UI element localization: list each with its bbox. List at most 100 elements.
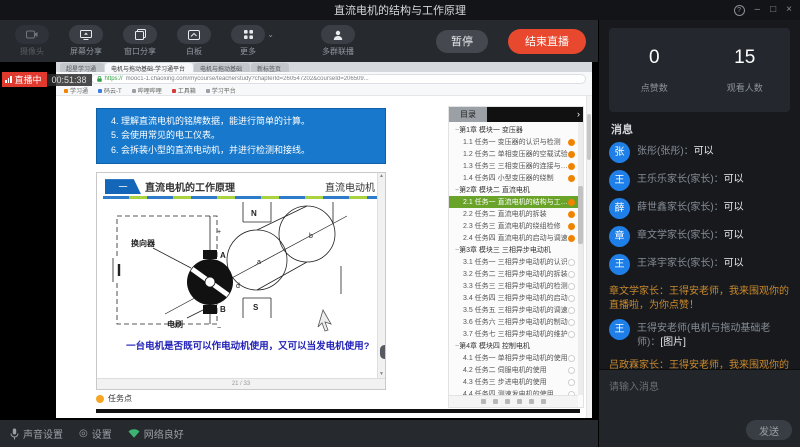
catalog-item[interactable]: 第1章 模块一 变压器 — [449, 124, 583, 136]
whiteboard-button[interactable]: 白板 — [172, 25, 216, 57]
person-icon — [333, 30, 343, 40]
page-scroll-thumb[interactable] — [587, 114, 591, 160]
catalog-item[interactable]: 2.2 任务二 直流电机的拆装 — [449, 208, 583, 220]
catalog-item[interactable]: 第3章 模块三 三相异步电动机 — [449, 244, 583, 256]
url-scheme: https:// — [105, 76, 123, 82]
catalog-item[interactable]: 4.3 任务三 步进电机的使用 — [449, 376, 583, 388]
task-status-badge — [568, 247, 575, 254]
task-status-badge — [568, 235, 575, 242]
browser-tab[interactable]: 超星学习通 — [60, 63, 104, 72]
network-signal-icon — [128, 429, 140, 438]
catalog-item[interactable]: 2.3 任务三 直流电机的绕组检修 — [449, 220, 583, 232]
catalog-item[interactable]: 1.2 任务二 单相变压器的空载试验 — [449, 148, 583, 160]
task-status-badge — [568, 175, 575, 182]
message-text: 可以 — [724, 258, 744, 269]
settings-button[interactable]: ◎ 设置 — [79, 426, 112, 441]
end-live-button[interactable]: 结束直播 — [508, 29, 586, 54]
catalog-scroll-thumb[interactable] — [578, 186, 583, 244]
task-status-badge — [568, 307, 575, 314]
catalog-item[interactable]: 1.4 任务四 小型变压器的绕制 — [449, 172, 583, 184]
catalog-tab[interactable]: 目录 — [449, 107, 487, 122]
pause-button[interactable]: 暂停 — [436, 30, 488, 53]
catalog-scrollbar[interactable] — [578, 122, 583, 395]
objective-line: 6. 会拆装小型的直流电动机，并进行检测和接线。 — [111, 143, 375, 157]
task-status-badge — [568, 367, 575, 374]
catalog-footer-icon[interactable] — [529, 399, 534, 404]
help-icon[interactable]: ? — [734, 5, 745, 16]
catalog-item[interactable]: 4.1 任务一 单相异步电动机的使用 — [449, 352, 583, 364]
lock-icon — [97, 76, 102, 82]
browser-address-bar: ‹ ↻ ☆ https:// mooc1-1.chaoxing.com/myco… — [56, 72, 592, 86]
browser-tab[interactable]: 新标签页 — [251, 63, 289, 72]
objective-line: 5. 会使用常见的电工仪表。 — [111, 128, 375, 142]
catalog-item[interactable]: 第2章 模块二 直流电机 — [449, 184, 583, 196]
message-text: 可以 — [724, 174, 744, 185]
avatar: 章 — [609, 226, 630, 247]
browser-tab[interactable]: 电机与拖动基础-学习通平台 — [105, 63, 193, 72]
catalog-item[interactable]: 3.3 任务三 三相异步电动机的检测 — [449, 280, 583, 292]
label-terminal-b: B — [220, 305, 226, 314]
close-icon[interactable]: × — [786, 5, 792, 15]
window-share-button[interactable]: 窗口分享 — [118, 25, 162, 57]
catalog-item[interactable]: 2.1 任务一 直流电机的结构与工作原理 — [449, 196, 583, 208]
live-stream-app: 直流电机的结构与工作原理 ? – □ × 摄像头 屏幕分享 窗 — [0, 0, 800, 447]
catalog-item[interactable]: 3.1 任务一 三相异步电动机的认识 — [449, 256, 583, 268]
task-status-badge — [568, 187, 575, 194]
catalog-footer-icon[interactable] — [493, 399, 498, 404]
label-brush: 电刷 — [167, 319, 183, 329]
message-input[interactable] — [599, 370, 800, 422]
expand-arrow-icon[interactable]: › — [577, 110, 580, 119]
scroll-down-icon[interactable]: ▼ — [379, 372, 384, 377]
maximize-icon[interactable]: □ — [770, 5, 776, 15]
catalog-item[interactable]: 3.2 任务二 三相异步电动机的拆装 — [449, 268, 583, 280]
audio-settings-button[interactable]: 声音设置 — [10, 426, 63, 441]
chat-message: 章 章文学家长(家长)：可以 — [609, 226, 790, 247]
bookmark-item[interactable]: 工具箱 — [172, 86, 196, 95]
window-controls: ? – □ × — [734, 5, 800, 16]
catalog-list: 第1章 模块一 变压器 1.1 任务一 变压器的认识与检测 — [449, 122, 583, 408]
screen-share-icon — [80, 30, 92, 40]
browser-tab[interactable]: 电机与拖动基础 — [194, 63, 250, 72]
task-status-badge — [568, 139, 575, 146]
bookmark-item[interactable]: 码云-T — [98, 86, 122, 95]
network-status[interactable]: 网络良好 — [128, 426, 184, 441]
multicast-button[interactable]: 多群联播 — [316, 25, 360, 57]
whiteboard-icon — [188, 30, 200, 40]
task-status-badge — [568, 331, 575, 338]
bookmark-item[interactable]: 哔哩哔哩 — [132, 86, 162, 95]
send-button[interactable]: 发送 — [746, 420, 792, 440]
page-scrollbar[interactable] — [586, 96, 592, 418]
catalog-footer-icon[interactable] — [505, 399, 510, 404]
live-timer: 00:51:38 — [47, 74, 92, 86]
message-text: [图片] — [660, 337, 686, 348]
url-box[interactable]: https:// mooc1-1.chaoxing.com/mycourse/t… — [91, 74, 586, 84]
screen-share-button[interactable]: 屏幕分享 — [64, 25, 108, 57]
minimize-icon[interactable]: – — [755, 5, 761, 15]
toolbar: 摄像头 屏幕分享 窗口分享 白板 ⌄ — [0, 20, 598, 62]
slide-divider — [103, 196, 379, 199]
catalog-item[interactable]: 第4章 模块四 控制电机 — [449, 340, 583, 352]
catalog-footer-icon[interactable] — [481, 399, 486, 404]
bookmark-item[interactable]: 学习平台 — [206, 86, 236, 95]
label-pole-n: N — [251, 209, 257, 218]
bookmark-favicon — [64, 89, 68, 93]
scroll-up-icon[interactable]: ▲ — [379, 174, 384, 179]
browser-tab-strip: 超星学习通 电机与拖动基础-学习通平台 电机与拖动基础 新标签页 — [56, 62, 592, 72]
catalog-item[interactable]: 3.6 任务六 三相异步电动机的制动 — [449, 316, 583, 328]
catalog-item[interactable]: 3.5 任务五 三相异步电动机的调速 — [449, 304, 583, 316]
catalog-footer-icon[interactable] — [517, 399, 522, 404]
slide-subtitle: 直流电动机 — [325, 179, 375, 194]
catalog-footer-toolbar — [449, 395, 578, 407]
bookmark-item[interactable]: 学习通 — [64, 86, 88, 95]
catalog-item[interactable]: 1.3 任务三 三相变压器的连接与检验 — [449, 160, 583, 172]
catalog-footer-icon[interactable] — [541, 399, 546, 404]
camera-button[interactable]: 摄像头 — [10, 25, 54, 57]
catalog-item[interactable]: 2.4 任务四 直流电机的启动与调速 — [449, 232, 583, 244]
more-button[interactable]: ⌄ 更多 — [226, 25, 270, 57]
catalog-item[interactable]: 3.4 任务四 三相异步电动机的启动 — [449, 292, 583, 304]
progress-divider — [96, 409, 580, 413]
scroll-handle[interactable] — [380, 345, 386, 359]
catalog-item[interactable]: 3.7 任务七 三相异步电动机的维护 — [449, 328, 583, 340]
catalog-item[interactable]: 1.1 任务一 变压器的认识与检测 — [449, 136, 583, 148]
catalog-item[interactable]: 4.2 任务二 伺服电机的使用 — [449, 364, 583, 376]
